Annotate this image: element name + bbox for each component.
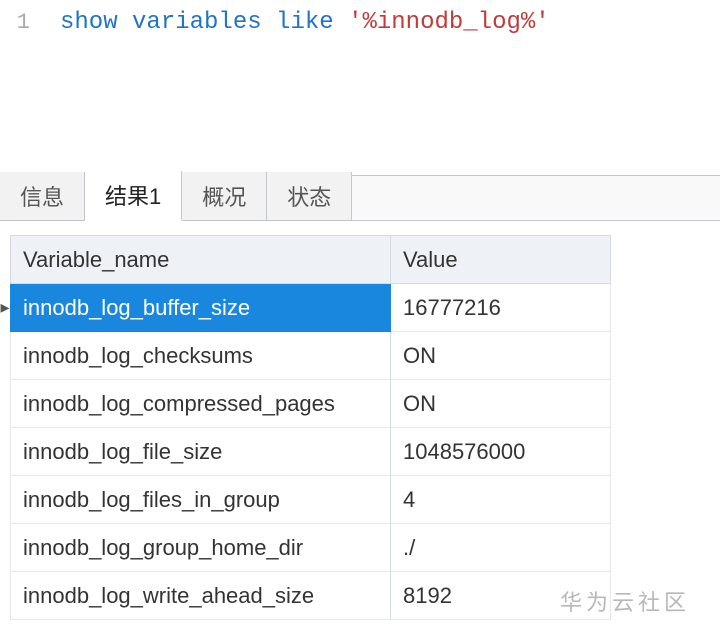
line-number: 1 — [0, 8, 60, 39]
cell-value[interactable]: 16777216 — [391, 284, 611, 332]
cell-variable-name[interactable]: innodb_log_buffer_size — [11, 284, 391, 332]
cell-variable-name[interactable]: innodb_log_files_in_group — [11, 476, 391, 524]
cell-variable-name[interactable]: innodb_log_compressed_pages — [11, 380, 391, 428]
cell-value[interactable]: 1048576000 — [391, 428, 611, 476]
column-header-name[interactable]: Variable_name — [11, 236, 391, 284]
row-pointer-icon: ▸ — [0, 297, 10, 318]
cell-value[interactable]: ./ — [391, 524, 611, 572]
keyword-show: show — [60, 9, 118, 36]
column-header-value[interactable]: Value — [391, 236, 611, 284]
cell-value[interactable]: 8192 — [391, 572, 611, 620]
cell-variable-name[interactable]: innodb_log_checksums — [11, 332, 391, 380]
tab-status[interactable]: 状态 — [267, 172, 352, 220]
tab-profile[interactable]: 概况 — [182, 172, 267, 220]
result-grid-wrap: Variable_name Value innodb_log_buffer_si… — [0, 221, 720, 620]
cell-variable-name[interactable]: innodb_log_group_home_dir — [11, 524, 391, 572]
table-row[interactable]: innodb_log_group_home_dir./ — [11, 524, 611, 572]
cell-value[interactable]: ON — [391, 380, 611, 428]
table-row[interactable]: innodb_log_files_in_group4 — [11, 476, 611, 524]
table-row[interactable]: innodb_log_file_size1048576000 — [11, 428, 611, 476]
keyword-like: like — [276, 9, 334, 36]
result-tabs: 信息 结果1 概况 状态 — [0, 175, 720, 221]
table-row[interactable]: innodb_log_buffer_size16777216 — [11, 284, 611, 332]
tab-result1[interactable]: 结果1 — [85, 171, 182, 221]
result-grid[interactable]: Variable_name Value innodb_log_buffer_si… — [10, 235, 611, 620]
sql-text: show variables like '%innodb_log%' — [60, 6, 550, 40]
cell-variable-name[interactable]: innodb_log_file_size — [11, 428, 391, 476]
sql-line: 1 show variables like '%innodb_log%' — [0, 6, 720, 40]
sql-editor[interactable]: 1 show variables like '%innodb_log%' — [0, 0, 720, 175]
header-row: Variable_name Value — [11, 236, 611, 284]
keyword-variables: variables — [132, 9, 262, 36]
cell-variable-name[interactable]: innodb_log_write_ahead_size — [11, 572, 391, 620]
table-row[interactable]: innodb_log_checksumsON — [11, 332, 611, 380]
table-row[interactable]: innodb_log_compressed_pagesON — [11, 380, 611, 428]
table-row[interactable]: innodb_log_write_ahead_size8192 — [11, 572, 611, 620]
cell-value[interactable]: 4 — [391, 476, 611, 524]
cell-value[interactable]: ON — [391, 332, 611, 380]
tab-info[interactable]: 信息 — [0, 172, 85, 220]
string-literal: '%innodb_log%' — [348, 9, 550, 36]
